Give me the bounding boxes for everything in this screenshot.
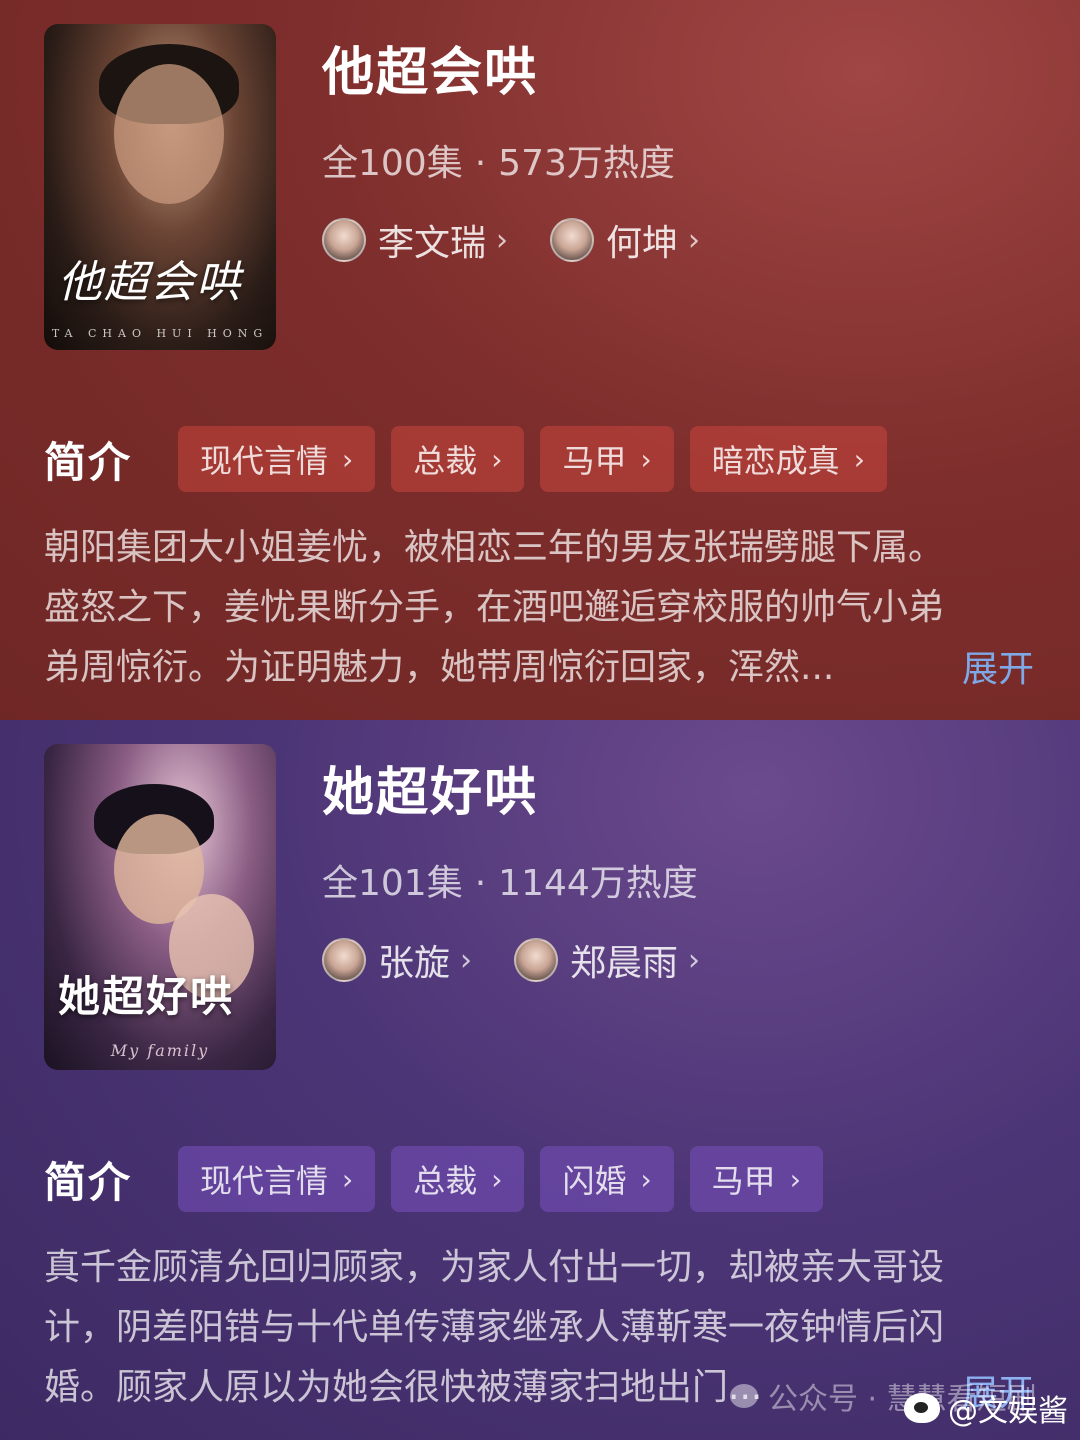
chevron-right-icon: › (491, 442, 503, 476)
drama-description: 朝阳集团大小姐姜忧，被相恋三年的男友张瑞劈腿下属。 盛怒之下，姜忧果断分手，在酒… (44, 518, 1034, 698)
intro-label: 简介 (44, 437, 133, 487)
poster-art (114, 64, 224, 204)
actor-link[interactable]: 何坤 › (550, 214, 700, 266)
intro-tags-row: 简介 现代言情 › 总裁 › 马甲 › 暗恋成真 › (44, 426, 903, 492)
drama-card-2[interactable]: 她超好哄 My family 她超好哄 全101集 · 1144万热度 张旋 › 郑… (0, 720, 1080, 1440)
chevron-right-icon: › (789, 1162, 801, 1196)
actor-name: 张旋 (378, 943, 451, 984)
chevron-right-icon: › (491, 1162, 503, 1196)
drama-poster[interactable]: 他超会哄 TA CHAO HUI HONG (44, 24, 276, 350)
chevron-right-icon: › (460, 942, 473, 978)
tag-label: 总裁 (413, 1162, 478, 1200)
tag-label: 闪婚 (562, 1162, 627, 1200)
actor-link[interactable]: 张旋 › (322, 934, 472, 986)
poster-title: 她超好哄 (58, 972, 235, 1021)
actor-list: 李文瑞 › 何坤 › (322, 214, 742, 266)
actor-avatar (322, 218, 366, 262)
actor-name: 李文瑞 (378, 223, 487, 264)
actor-name: 何坤 (606, 223, 679, 264)
tag-label: 马甲 (711, 1162, 776, 1200)
chevron-right-icon: › (342, 1162, 354, 1196)
popularity: 573万热度 (498, 143, 675, 184)
actor-list: 张旋 › 郑晨雨 › (322, 934, 742, 986)
weibo-handle: @文娱酱 (948, 1394, 1068, 1429)
tag-label: 总裁 (413, 442, 478, 480)
chevron-right-icon: › (342, 442, 354, 476)
genre-tag[interactable]: 闪婚 › (540, 1146, 674, 1212)
genre-tag[interactable]: 现代言情 › (178, 1146, 376, 1212)
tag-label: 暗恋成真 (711, 442, 840, 480)
drama-card-1[interactable]: 他超会哄 TA CHAO HUI HONG 他超会哄 全100集 · 573万热度 … (0, 0, 1080, 720)
description-line: 盛怒之下，姜忧果断分手，在酒吧邂逅穿校服的帅气小弟 (44, 587, 945, 628)
intro-tags-row: 简介 现代言情 › 总裁 › 闪婚 › 马甲 › (44, 1146, 839, 1212)
weibo-watermark: @文娱酱 (904, 1386, 1068, 1430)
drama-title: 他超会哄 (322, 43, 539, 103)
tag-label: 马甲 (562, 442, 627, 480)
episode-count: 全101集 (322, 863, 463, 904)
separator: · (474, 143, 487, 184)
weibo-icon (904, 1393, 940, 1423)
actor-avatar (322, 938, 366, 982)
chevron-right-icon: › (853, 442, 865, 476)
genre-tag[interactable]: 总裁 › (391, 1146, 525, 1212)
chevron-right-icon: › (640, 442, 652, 476)
description-line: 真千金顾清允回归顾家，为家人付出一切，却被亲大哥设 (44, 1247, 945, 1288)
genre-tag[interactable]: 现代言情 › (178, 426, 376, 492)
tag-label: 现代言情 (200, 442, 329, 480)
description-line: 朝阳集团大小姐姜忧，被相恋三年的男友张瑞劈腿下属。 (44, 527, 945, 568)
actor-link[interactable]: 郑晨雨 › (514, 934, 700, 986)
drama-title: 她超好哄 (322, 763, 539, 823)
drama-poster[interactable]: 她超好哄 My family (44, 744, 276, 1070)
actor-avatar (550, 218, 595, 262)
wechat-icon (730, 1384, 758, 1408)
chevron-right-icon: › (688, 942, 701, 978)
poster-subtitle: TA CHAO HUI HONG (51, 327, 269, 340)
intro-label: 简介 (44, 1157, 133, 1207)
chevron-right-icon: › (496, 222, 509, 258)
genre-tag[interactable]: 总裁 › (391, 426, 525, 492)
description-line: 弟周惊衍。为证明魅力，她带周惊衍回家，浑然... (44, 647, 835, 688)
drama-meta: 全100集 · 573万热度 (322, 134, 675, 186)
actor-avatar (514, 938, 559, 982)
genre-tag[interactable]: 马甲 › (689, 1146, 823, 1212)
genre-tag[interactable]: 马甲 › (540, 426, 674, 492)
genre-tag[interactable]: 暗恋成真 › (689, 426, 887, 492)
episode-count: 全100集 (322, 143, 463, 184)
expand-button[interactable]: 展开 (962, 640, 1034, 692)
poster-subtitle: My family (110, 1041, 210, 1060)
drama-meta: 全101集 · 1144万热度 (322, 854, 698, 906)
separator: · (474, 863, 487, 904)
tag-label: 现代言情 (200, 1162, 329, 1200)
chevron-right-icon: › (640, 1162, 652, 1196)
actor-link[interactable]: 李文瑞 › (322, 214, 508, 266)
chevron-right-icon: › (688, 222, 701, 258)
description-line: 计，阴差阳错与十代单传薄家继承人薄靳寒一夜钟情后闪 (44, 1307, 945, 1348)
popularity: 1144万热度 (498, 863, 698, 904)
poster-title: 他超会哄 (58, 257, 242, 308)
actor-name: 郑晨雨 (570, 943, 679, 984)
